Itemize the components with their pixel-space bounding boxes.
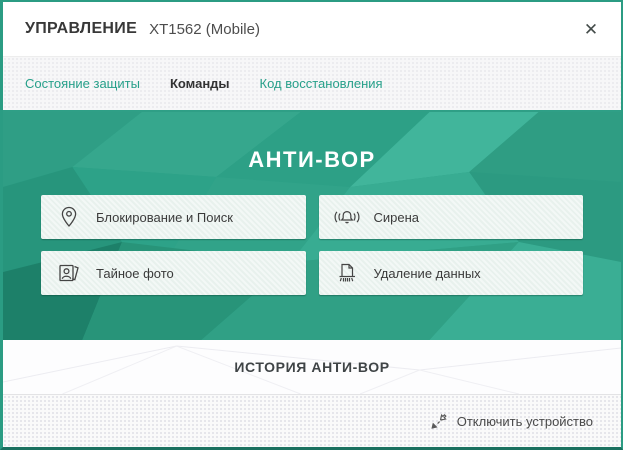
command-label: Удаление данных xyxy=(374,266,481,281)
command-grid: Блокирование и Поиск Сирена xyxy=(41,195,583,295)
secret-photo-button[interactable]: Тайное фото xyxy=(41,251,306,295)
tab-recovery-code[interactable]: Код восстановления xyxy=(260,76,383,91)
location-pin-icon xyxy=(55,204,83,230)
siren-bell-icon xyxy=(333,204,361,230)
disconnect-device-icon xyxy=(429,411,449,431)
disconnect-device-button[interactable]: Отключить устройство xyxy=(429,411,593,431)
command-label: Тайное фото xyxy=(96,266,174,281)
close-icon[interactable]: ✕ xyxy=(577,15,605,43)
antitheft-history-section[interactable]: ИСТОРИЯ АНТИ-ВОР xyxy=(3,340,621,394)
command-label: Сирена xyxy=(374,210,420,225)
device-name: XT1562 (Mobile) xyxy=(149,21,260,38)
dialog-title: УПРАВЛЕНИЕ xyxy=(25,20,137,38)
secret-photo-icon xyxy=(55,260,83,286)
tab-bar: Состояние защиты Команды Код восстановле… xyxy=(3,57,621,112)
lock-and-locate-button[interactable]: Блокирование и Поиск xyxy=(41,195,306,239)
dialog-header: УПРАВЛЕНИЕ XT1562 (Mobile) ✕ xyxy=(3,2,621,57)
tab-commands[interactable]: Команды xyxy=(170,76,230,91)
history-title: ИСТОРИЯ АНТИ-ВОР xyxy=(234,359,389,375)
data-wipe-shredder-icon xyxy=(333,260,361,286)
siren-button[interactable]: Сирена xyxy=(319,195,584,239)
device-management-dialog: УПРАВЛЕНИЕ XT1562 (Mobile) ✕ Состояние з… xyxy=(0,0,623,450)
antitheft-title: АНТИ-ВОР xyxy=(3,145,621,175)
data-wipe-button[interactable]: Удаление данных xyxy=(319,251,584,295)
antitheft-panel: АНТИ-ВОР Блокирование и Поиск xyxy=(3,112,621,340)
disconnect-device-label: Отключить устройство xyxy=(457,414,593,429)
command-label: Блокирование и Поиск xyxy=(96,210,233,225)
tab-protection-status[interactable]: Состояние защиты xyxy=(25,76,140,91)
dialog-footer: Отключить устройство xyxy=(3,394,621,447)
